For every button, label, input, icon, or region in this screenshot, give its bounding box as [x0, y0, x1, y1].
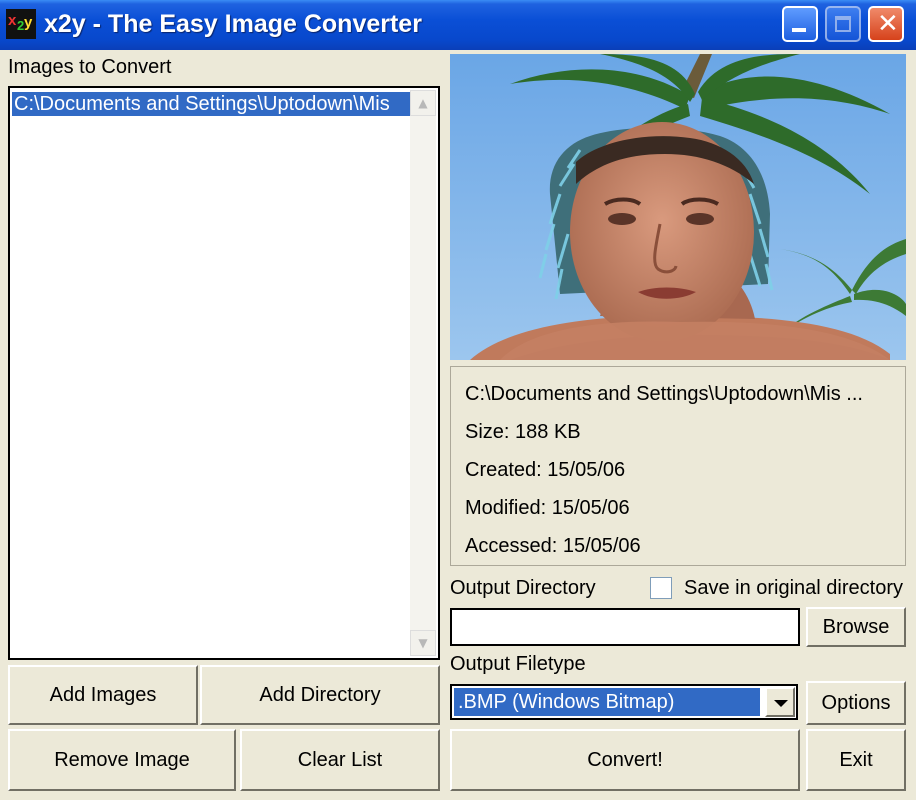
file-info-panel: C:\Documents and Settings\Uptodown\Mis .…	[450, 366, 906, 566]
save-original-checkbox[interactable]	[650, 577, 672, 599]
output-directory-input[interactable]	[450, 608, 800, 646]
preview-photo	[450, 54, 906, 360]
list-item[interactable]: C:\Documents and Settings\Uptodown\Mis	[12, 92, 410, 116]
file-modified: Modified: 15/05/06	[465, 497, 630, 519]
listbox-scrollbar[interactable]: ▲ ▼	[410, 90, 436, 656]
x2y-app-icon[interactable]: x2y	[6, 9, 36, 39]
filetype-selected-value[interactable]: .BMP (Windows Bitmap)	[454, 688, 760, 716]
images-listbox[interactable]: C:\Documents and Settings\Uptodown\Mis ▲…	[8, 86, 440, 660]
exit-button[interactable]: Exit	[806, 729, 906, 791]
close-icon: ✕	[877, 9, 899, 39]
maximize-button	[825, 6, 861, 42]
output-directory-label: Output Directory	[450, 577, 596, 599]
file-accessed: Accessed: 15/05/06	[465, 535, 641, 557]
file-path: C:\Documents and Settings\Uptodown\Mis .…	[465, 383, 863, 405]
close-button[interactable]: ✕	[868, 6, 904, 42]
window-title: x2y - The Easy Image Converter	[44, 10, 422, 38]
maximize-icon	[835, 16, 851, 32]
images-to-convert-label: Images to Convert	[8, 56, 172, 78]
add-directory-button[interactable]: Add Directory	[200, 665, 440, 725]
file-created: Created: 15/05/06	[465, 459, 626, 481]
title-bar[interactable]: x2y x2y - The Easy Image Converter ✕	[0, 0, 916, 50]
scroll-down-icon[interactable]: ▼	[410, 630, 436, 656]
options-button[interactable]: Options	[806, 681, 906, 725]
scroll-up-icon[interactable]: ▲	[410, 90, 436, 116]
file-size: Size: 188 KB	[465, 421, 581, 443]
dropdown-arrow-button[interactable]	[765, 687, 795, 717]
output-filetype-label: Output Filetype	[450, 653, 586, 675]
browse-button[interactable]: Browse	[806, 607, 906, 647]
save-original-label[interactable]: Save in original directory	[684, 577, 903, 600]
chevron-down-icon	[774, 700, 788, 707]
clear-list-button[interactable]: Clear List	[240, 729, 440, 791]
add-images-button[interactable]: Add Images	[8, 665, 198, 725]
output-filetype-select[interactable]: .BMP (Windows Bitmap)	[450, 684, 798, 720]
convert-button[interactable]: Convert!	[450, 729, 800, 791]
remove-image-button[interactable]: Remove Image	[8, 729, 236, 791]
minimize-icon	[792, 28, 806, 32]
image-preview	[450, 54, 906, 360]
minimize-button[interactable]	[782, 6, 818, 42]
app-window: x2y x2y - The Easy Image Converter ✕ Ima…	[0, 0, 916, 800]
